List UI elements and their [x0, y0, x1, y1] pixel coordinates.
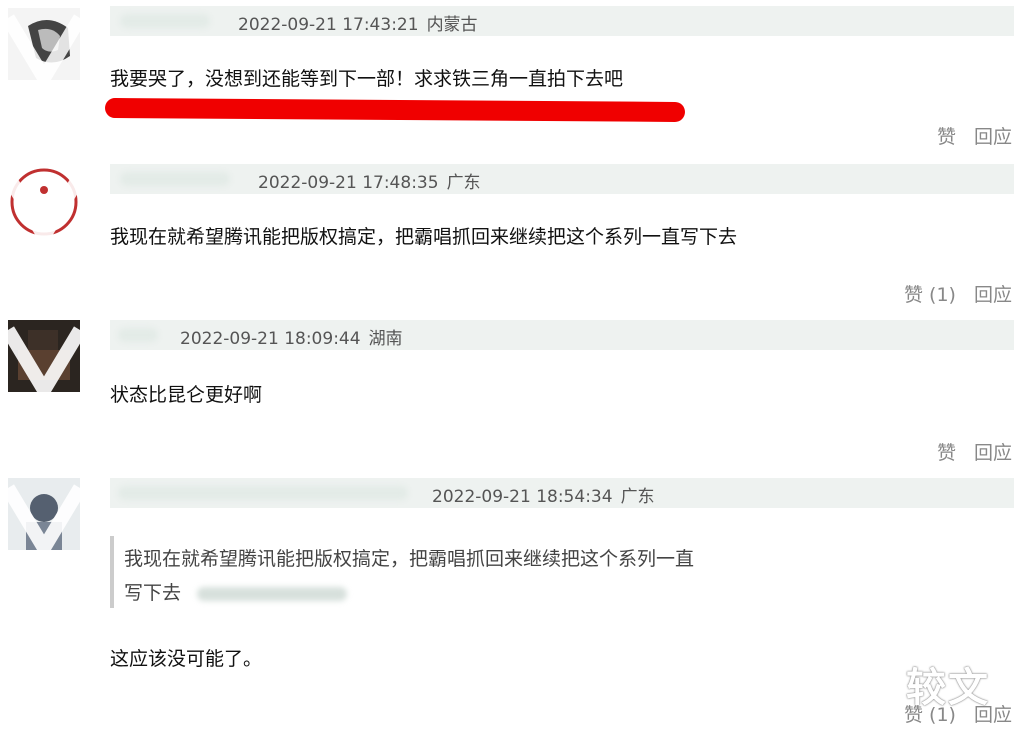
avatar[interactable]: [8, 8, 80, 80]
username[interactable]: [120, 14, 210, 28]
comment-meta: 2022-09-21 17:48:35 广东: [258, 168, 481, 193]
username[interactable]: [118, 486, 408, 500]
like-button[interactable]: 赞: [937, 442, 956, 464]
reply-button[interactable]: 回应: [974, 126, 1012, 148]
like-button[interactable]: 赞: [937, 126, 956, 148]
quoted-comment: 我现在就希望腾讯能把版权搞定，把霸唱抓回来继续把这个系列一直 写下去: [110, 536, 814, 608]
username[interactable]: [120, 172, 230, 186]
quote-text-line: 我现在就希望腾讯能把版权搞定，把霸唱抓回来继续把这个系列一直: [124, 548, 695, 570]
comment-text: 我要哭了，没想到还能等到下一部！求求铁三角一直拍下去吧: [110, 68, 624, 90]
comment-actions: 赞回应: [937, 438, 1012, 465]
watermark-logo: 较文: [906, 665, 990, 711]
reply-button[interactable]: 回应: [974, 442, 1012, 464]
timestamp: 2022-09-21 17:43:21: [238, 15, 419, 35]
comment-1: 2022-09-21 17:43:21 内蒙古 我要哭了，没想到还能等到下一部！求…: [0, 0, 1014, 160]
comment-header: [110, 164, 1014, 194]
comment-meta: 2022-09-21 18:54:34 广东: [432, 482, 655, 507]
timestamp: 2022-09-21 17:48:35: [258, 173, 439, 193]
avatar[interactable]: [8, 478, 80, 550]
quoted-username: [197, 586, 348, 601]
avatar[interactable]: [8, 166, 80, 238]
timestamp: 2022-09-21 18:54:34: [432, 487, 613, 507]
comment-4: 2022-09-21 18:54:34 广东 我现在就希望腾讯能把版权搞定，把霸唱…: [0, 474, 1014, 732]
red-highlight-mark: [104, 97, 686, 123]
comment-text: 状态比昆仑更好啊: [110, 384, 263, 406]
avatar[interactable]: [8, 320, 80, 392]
comment-meta: 2022-09-21 18:09:44 湖南: [180, 324, 403, 349]
quote-text-line: 写下去: [124, 578, 348, 605]
username[interactable]: [118, 328, 158, 342]
comment-text: 这应该没可能了。: [110, 648, 263, 670]
comment-actions: 赞回应: [937, 122, 1012, 149]
comment-meta: 2022-09-21 17:43:21 内蒙古: [238, 10, 478, 35]
comment-actions: 赞 (1) 回应: [904, 280, 1012, 307]
location: 广东: [446, 173, 481, 193]
location: 内蒙古: [426, 15, 478, 35]
quote-text: 写下去: [124, 582, 182, 604]
location: 广东: [620, 487, 655, 507]
reply-button[interactable]: 回应: [974, 284, 1012, 306]
timestamp: 2022-09-21 18:09:44: [180, 329, 361, 349]
location: 湖南: [368, 329, 403, 349]
like-button[interactable]: 赞 (1): [904, 284, 956, 306]
comment-2: 2022-09-21 17:48:35 广东 我现在就希望腾讯能把版权搞定，把霸唱…: [0, 160, 1014, 320]
comment-3: 2022-09-21 18:09:44 湖南 状态比昆仑更好啊 赞回应: [0, 318, 1014, 476]
comment-text: 我现在就希望腾讯能把版权搞定，把霸唱抓回来继续把这个系列一直写下去: [110, 226, 738, 248]
